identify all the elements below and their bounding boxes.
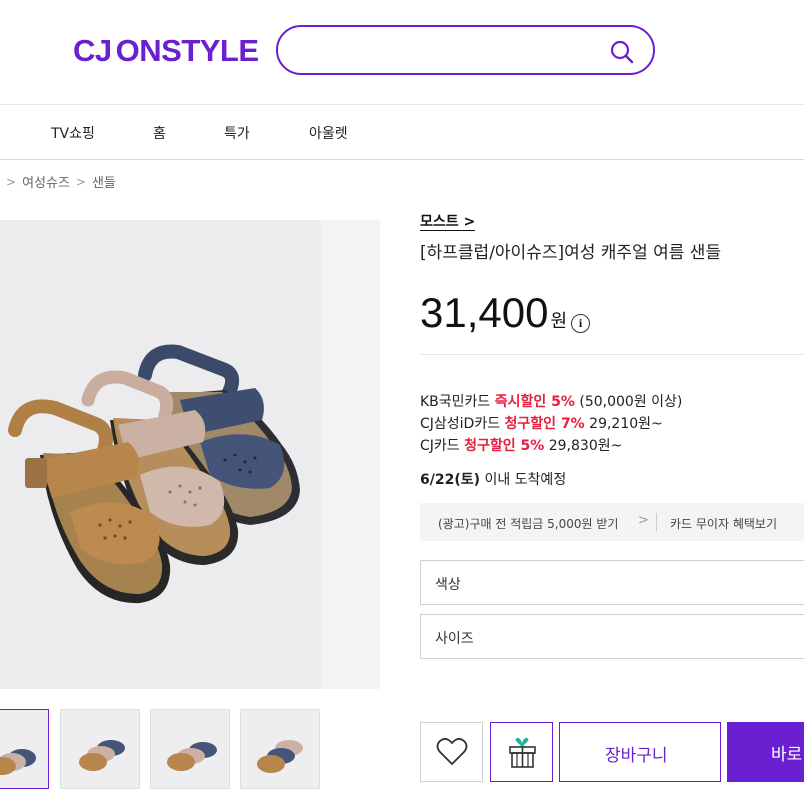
delivery-estimate: 6/22(토) 이내 도착예정 (420, 469, 566, 489)
sandals-image (0, 220, 321, 689)
card-name: CJ삼성iD카드 (420, 416, 505, 432)
discount-label: 즉시할인 5% (494, 394, 575, 410)
nav-item-outlet[interactable]: 아울렛 (309, 123, 348, 143)
product-title: [하프클럽/아이슈즈]여성 캐주얼 여름 샌들 (420, 243, 722, 263)
image-side-strip (321, 220, 380, 689)
chevron-right-icon: > (458, 214, 476, 230)
color-select[interactable]: 색상 (420, 560, 804, 605)
card-name: KB국민카드 (420, 394, 495, 410)
thumbnail-image (241, 710, 319, 788)
card-discount-row: CJ카드 청구할인 5% 29,830원~ (420, 435, 682, 457)
ad-bar: (광고)구매 전 적립금 5,000원 받기 > 카드 무이자 혜택보기 (420, 503, 804, 541)
discount-detail: 29,830원~ (544, 438, 623, 454)
nav-item-special[interactable]: 특가 (224, 123, 250, 143)
price-divider (420, 354, 804, 355)
logo-cj: CJ (73, 33, 112, 68)
color-select-label: 색상 (435, 577, 461, 593)
heart-icon (436, 738, 468, 765)
ad-bar-separator (656, 513, 657, 531)
thumbnail-4[interactable] (240, 709, 320, 789)
size-select-label: 사이즈 (435, 631, 474, 647)
breadcrumb: > 여성슈즈 > 샌들 (0, 172, 116, 192)
search-input[interactable] (298, 37, 598, 63)
product-main-image[interactable] (0, 220, 380, 689)
size-select[interactable]: 사이즈 (420, 614, 804, 659)
card-discount-row: CJ삼성iD카드 청구할인 7% 29,210원~ (420, 413, 682, 435)
main-nav: TV쇼핑 홈 특가 아울렛 (0, 105, 804, 160)
card-discount-list: KB국민카드 즉시할인 5% (50,000원 이상) CJ삼성iD카드 청구할… (420, 391, 682, 457)
discount-label: 청구할인 5% (464, 438, 545, 454)
add-to-cart-label: 장바구니 (605, 746, 668, 765)
product-price: 31,400 원 i (420, 289, 591, 337)
thumbnail-image (0, 710, 48, 788)
buy-now-label: 바로 (771, 745, 803, 764)
gift-button[interactable] (490, 722, 553, 782)
logo-onstyle: ONSTYLE (115, 33, 259, 68)
delivery-text: 이내 도착예정 (480, 472, 567, 488)
card-name: CJ카드 (420, 438, 465, 454)
chevron-right-icon: > (638, 513, 649, 528)
gift-icon (509, 737, 536, 768)
discount-label: 청구할인 7% (504, 416, 585, 432)
price-unit: 원 (550, 311, 568, 332)
chevron-right-icon: > (6, 174, 17, 189)
brand-name: 모스트 (420, 214, 459, 230)
logo[interactable]: CJ ONSTYLE (73, 33, 259, 69)
wishlist-button[interactable] (420, 722, 483, 782)
card-discount-row: KB국민카드 즉시할인 5% (50,000원 이상) (420, 391, 682, 413)
price-value: 31,400 (420, 289, 549, 336)
add-to-cart-button[interactable]: 장바구니 (559, 722, 721, 782)
nav-item-home[interactable]: 홈 (153, 123, 166, 143)
brand-link[interactable]: 모스트 > (420, 214, 476, 231)
thumbnail-image (61, 710, 139, 788)
nav-divider (0, 159, 804, 160)
thumbnail-image (151, 710, 229, 788)
info-icon[interactable]: i (571, 314, 591, 333)
chevron-right-icon: > (75, 174, 86, 189)
delivery-date: 6/22(토) (420, 472, 481, 488)
breadcrumb-item-womens-shoes[interactable]: 여성슈즈 (22, 172, 70, 191)
ad-reward-link[interactable]: (광고)구매 전 적립금 5,000원 받기 (438, 515, 618, 532)
search-box[interactable] (276, 25, 655, 75)
thumbnail-3[interactable] (150, 709, 230, 789)
nav-item-tv-shopping[interactable]: TV쇼핑 (51, 123, 95, 143)
thumbnail-1[interactable] (0, 709, 49, 789)
search-icon[interactable] (609, 39, 635, 65)
thumbnail-2[interactable] (60, 709, 140, 789)
breadcrumb-item-sandals[interactable]: 샌들 (92, 172, 116, 191)
card-interest-free-link[interactable]: 카드 무이자 혜택보기 (670, 515, 777, 532)
discount-detail: (50,000원 이상) (574, 394, 683, 410)
buy-now-button[interactable]: 바로 (727, 722, 804, 782)
discount-detail: 29,210원~ (584, 416, 663, 432)
